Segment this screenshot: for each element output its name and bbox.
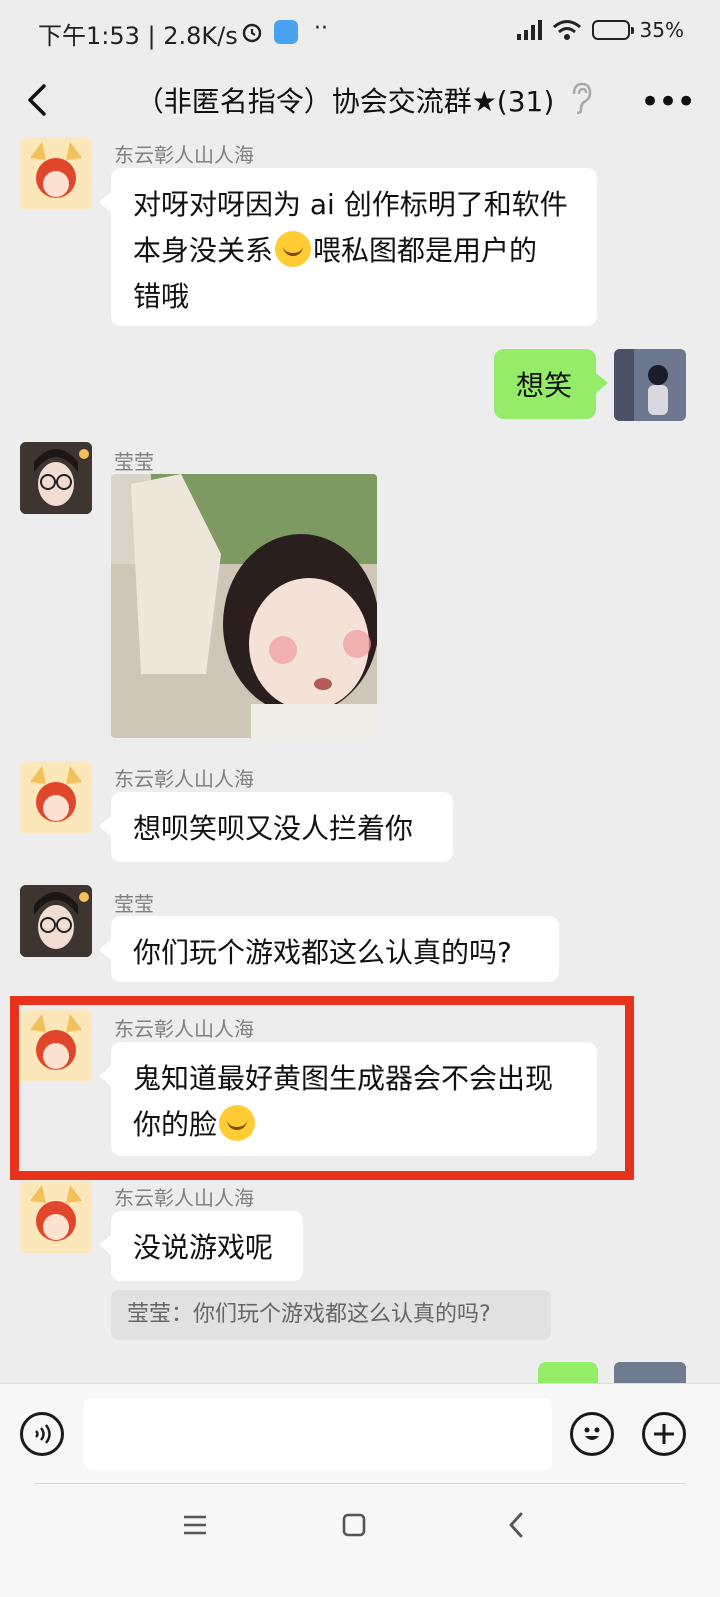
message-bubble[interactable]: 没说游戏呢: [99, 1211, 303, 1281]
back-icon[interactable]: [22, 80, 52, 124]
own-message-bubble[interactable]: 想笑: [494, 349, 608, 419]
sender-name: 东云彰人山人海: [114, 143, 254, 167]
highlight-box: [10, 996, 634, 1180]
avatar[interactable]: [20, 1181, 92, 1253]
divider: [34, 1483, 686, 1484]
menu-icon[interactable]: [182, 1513, 208, 1541]
message-text: 没说游戏呢: [133, 1231, 274, 1264]
input-bar: [0, 1383, 720, 1484]
chat-title[interactable]: （非匿名指令）协会交流群★(31): [110, 80, 580, 120]
app-notification-icon: [274, 20, 298, 44]
message-text: 喂私图都是用户的: [313, 234, 538, 267]
image-message[interactable]: [111, 474, 377, 738]
message-bubble[interactable]: 想呗笑呗又没人拦着你: [99, 792, 453, 862]
message-text: 对呀对呀因为 ai 创作标明了和软件: [133, 188, 568, 221]
voice-icon[interactable]: [20, 1412, 64, 1456]
more-notifications-icon: ··: [314, 16, 328, 41]
nav-back-icon[interactable]: [506, 1511, 526, 1543]
chat-header: （非匿名指令）协会交流群★(31) •••: [0, 68, 720, 138]
message-text: 你们玩个游戏都这么认真的吗?: [133, 936, 512, 969]
sender-name: 东云彰人山人海: [114, 1186, 254, 1210]
more-icon[interactable]: •••: [640, 82, 696, 122]
smile-emoji-icon: [275, 231, 312, 267]
status-bar: 下午1:53 | 2.8K/s ·· 35%: [0, 0, 720, 68]
message-text: 想笑: [516, 369, 573, 402]
message-bubble[interactable]: 你们玩个游戏都这么认真的吗?: [99, 916, 559, 982]
battery-percent: 35%: [639, 18, 684, 42]
ear-icon: [568, 80, 594, 120]
own-avatar-partial: [614, 1362, 686, 1383]
sender-name: 莹莹: [114, 450, 154, 474]
signal-icon: [516, 20, 542, 40]
avatar[interactable]: [20, 762, 92, 834]
emoji-icon[interactable]: [570, 1412, 614, 1456]
status-time-speed: 下午1:53 | 2.8K/s: [38, 22, 238, 50]
system-navigation: [0, 1483, 720, 1597]
own-avatar[interactable]: [614, 349, 686, 421]
sender-name: 莹莹: [114, 892, 154, 916]
home-icon[interactable]: [342, 1513, 366, 1541]
alarm-icon: [240, 20, 264, 48]
avatar[interactable]: [20, 885, 92, 957]
wifi-icon: [552, 20, 581, 40]
status-right: 35%: [516, 18, 684, 42]
own-message-bubble-partial: [538, 1362, 598, 1383]
message-text: 想呗笑呗又没人拦着你: [133, 812, 414, 845]
avatar[interactable]: [20, 442, 92, 514]
quoted-message[interactable]: 莹莹：你们玩个游戏都这么认真的吗?: [111, 1290, 551, 1340]
add-icon[interactable]: [642, 1412, 686, 1456]
message-text: 错哦: [133, 280, 190, 313]
message-line: 本身没关系 喂私图都是用户的: [133, 228, 575, 274]
message-bubble[interactable]: 对呀对呀因为 ai 创作标明了和软件 本身没关系 喂私图都是用户的 错哦: [99, 168, 597, 326]
sender-name: 东云彰人山人海: [114, 767, 254, 791]
avatar[interactable]: [20, 138, 92, 210]
message-text: 本身没关系: [133, 234, 274, 267]
battery-icon: [591, 20, 634, 40]
message-input[interactable]: [84, 1398, 552, 1470]
